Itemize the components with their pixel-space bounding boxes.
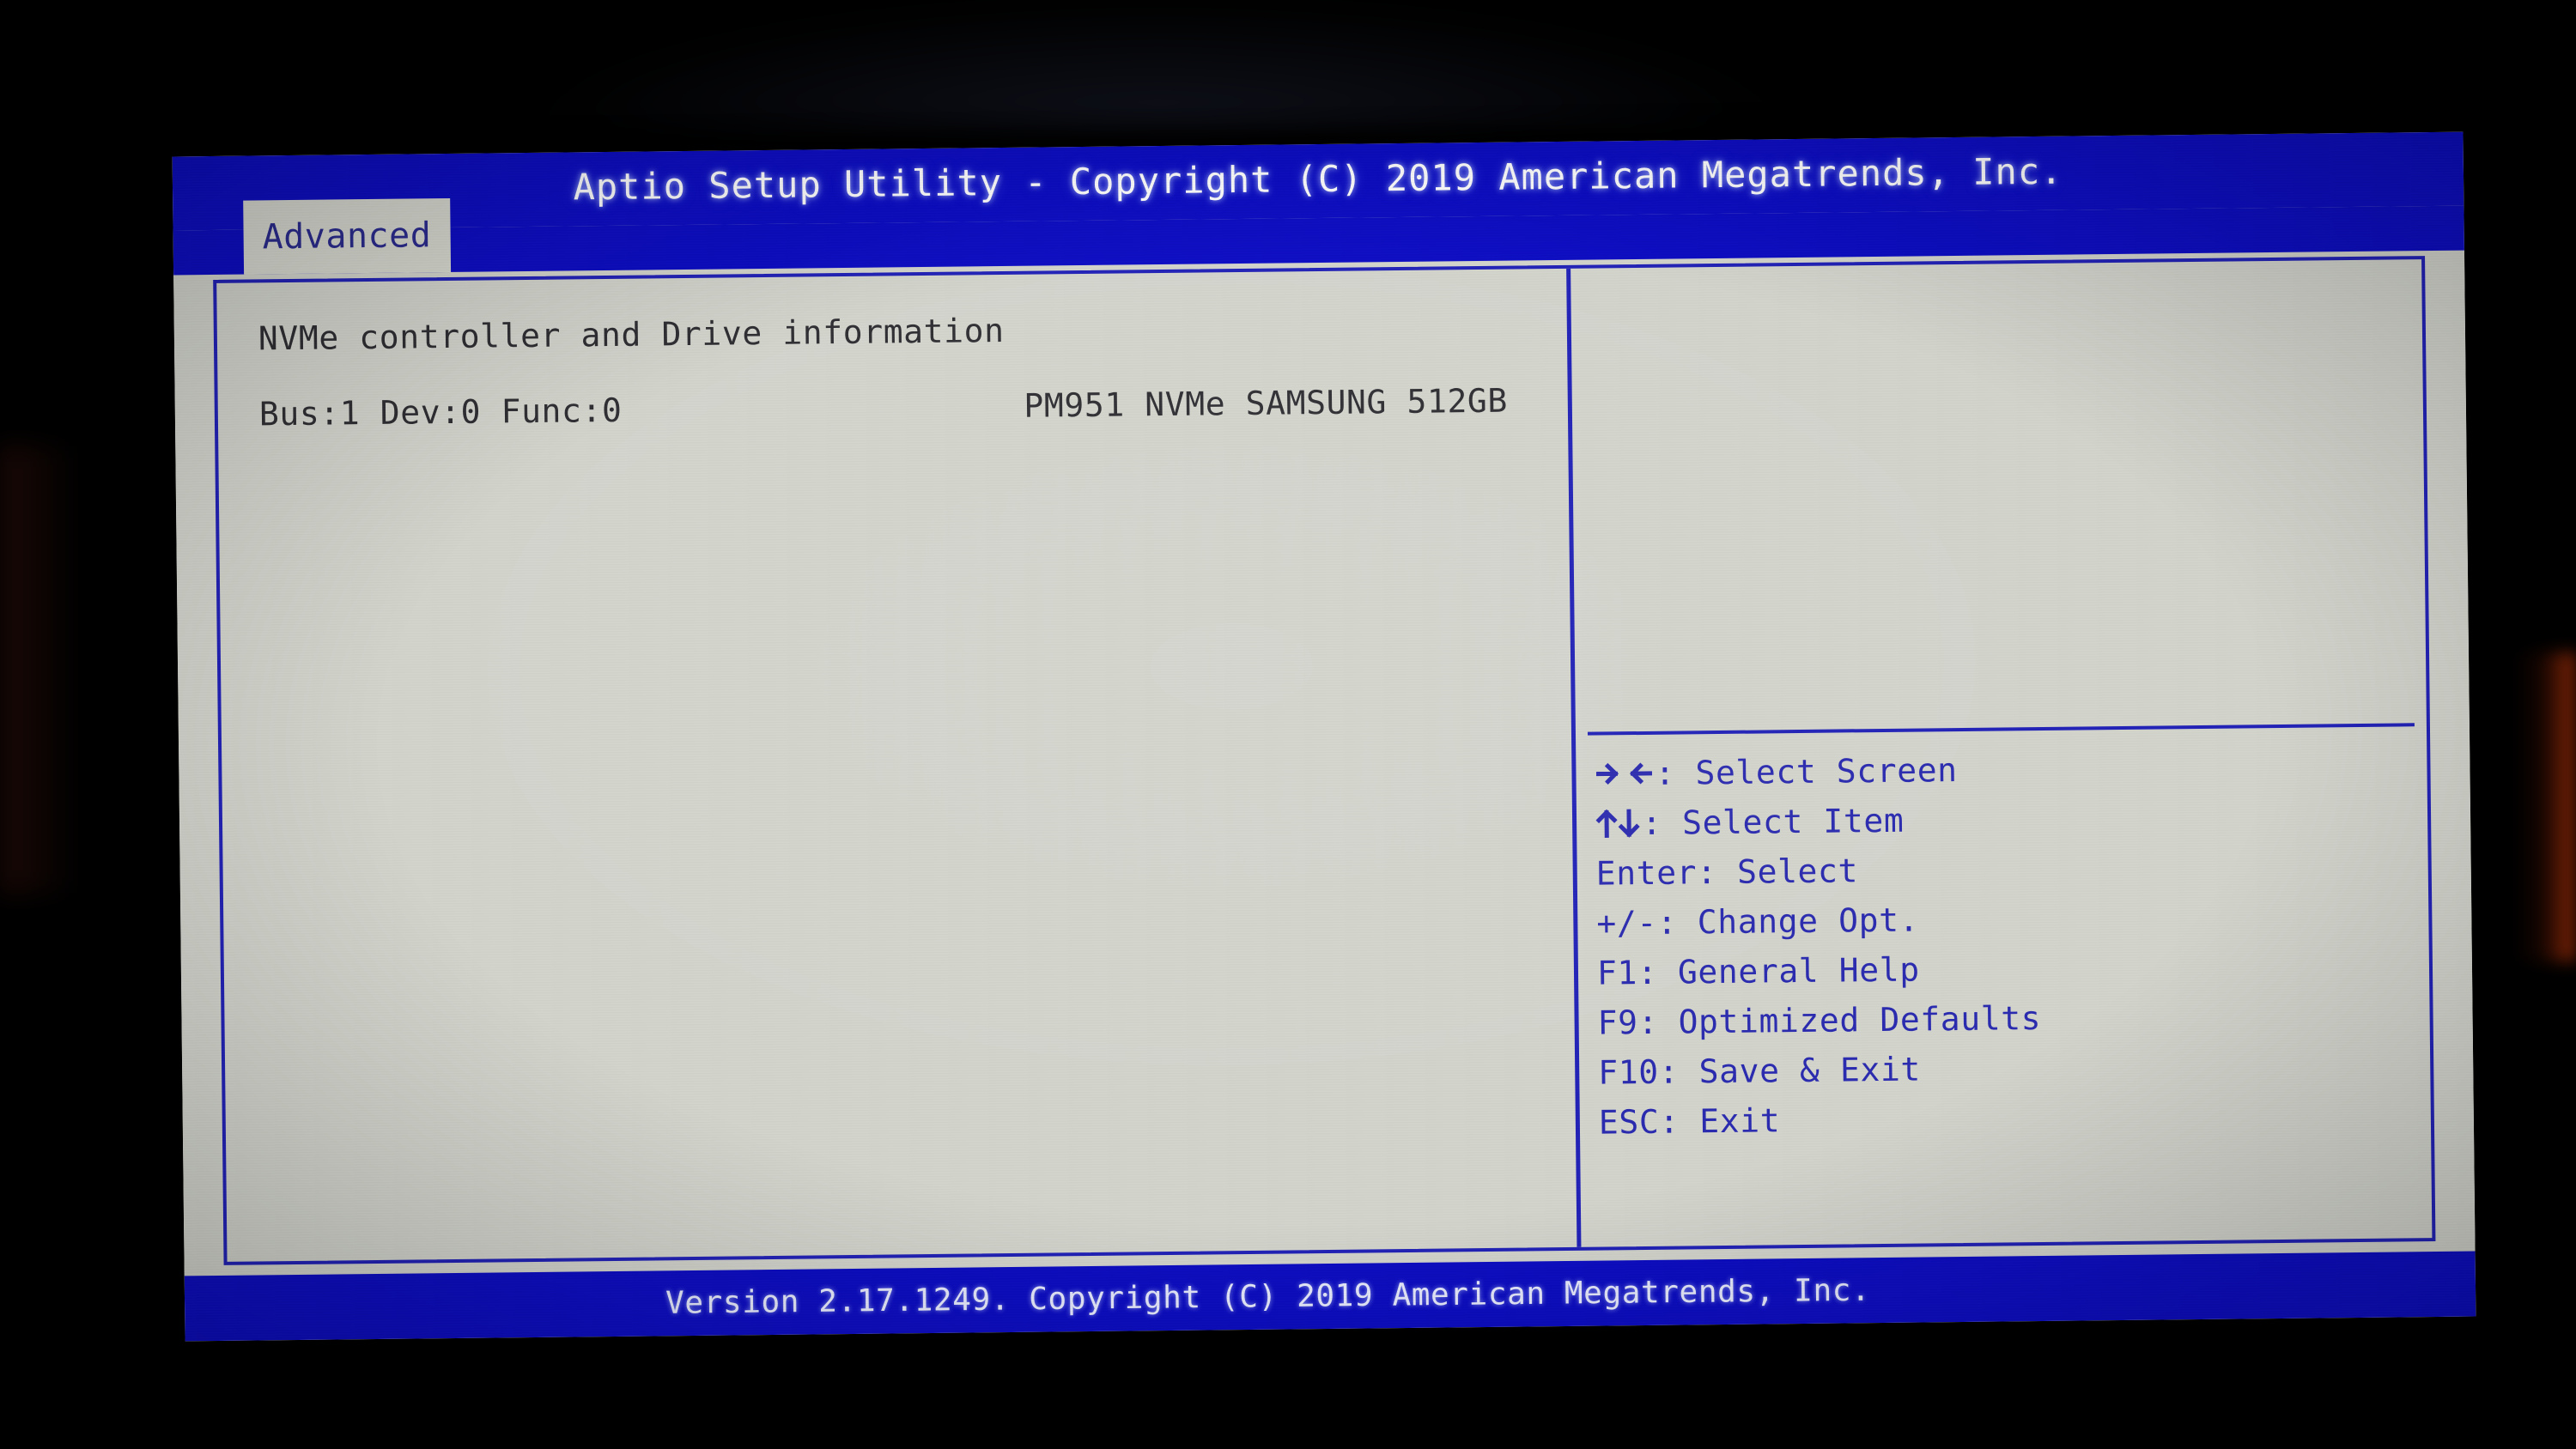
key-legend-separator: : xyxy=(1696,852,1738,892)
key-legend-keys: ESC xyxy=(1598,1102,1660,1142)
device-model-name: PM951 NVMe SAMSUNG 512GB xyxy=(1024,381,1509,425)
key-legend-action: General Help xyxy=(1677,950,1920,991)
device-bus-dev-func: Bus:1 Dev:0 Func:0 xyxy=(258,391,623,433)
key-legend-separator: : xyxy=(1655,754,1696,792)
content-frame: NVMe controller and Drive information Bu… xyxy=(213,256,2436,1265)
ambient-glow-top xyxy=(515,0,1803,129)
key-legend-separator: : xyxy=(1658,1052,1699,1091)
help-pane: : Select Screen: Select Item Enter: Selec… xyxy=(1571,259,2432,1247)
key-legend-list: : Select Screen: Select Item Enter: Selec… xyxy=(1576,726,2432,1247)
help-description-region xyxy=(1571,259,2427,732)
key-legend-row: +/-: Change Opt. xyxy=(1596,898,2428,943)
key-legend-action: Optimized Defaults xyxy=(1678,998,2042,1041)
key-legend-separator: : xyxy=(1637,1003,1679,1042)
key-legend-action: Change Opt. xyxy=(1697,900,1920,942)
body-area: NVMe controller and Drive information Bu… xyxy=(173,250,2476,1276)
key-legend-row: : Select Item xyxy=(1595,798,2427,842)
key-legend-row: F1: General Help xyxy=(1596,948,2429,992)
section-heading: NVMe controller and Drive information xyxy=(258,312,1005,358)
arrow-up-icon xyxy=(1595,808,1618,839)
key-legend-row: : Select Screen xyxy=(1595,749,2427,792)
key-legend-separator: : xyxy=(1641,803,1683,842)
key-legend-separator: : xyxy=(1637,953,1679,992)
content-pane: NVMe controller and Drive information Bu… xyxy=(216,269,1577,1262)
key-legend-keys: F1 xyxy=(1596,954,1638,992)
version-text: Version 2.17.1249. Copyright (C) 2019 Am… xyxy=(665,1272,1871,1321)
photo-background: Aptio Setup Utility - Copyright (C) 2019… xyxy=(0,0,2576,1449)
key-legend-action: Select Screen xyxy=(1695,751,1958,792)
ambient-glow-left xyxy=(0,446,77,893)
key-legend-keys: F9 xyxy=(1597,1003,1638,1042)
key-legend-row: ESC: Exit xyxy=(1598,1097,2431,1142)
key-legend-action: Select xyxy=(1736,852,1859,891)
bios-setup-screen: Aptio Setup Utility - Copyright (C) 2019… xyxy=(172,131,2476,1342)
arrow-right-icon xyxy=(1595,759,1624,788)
key-glyph-group xyxy=(1595,808,1640,840)
key-legend-keys: F10 xyxy=(1598,1052,1659,1092)
key-legend-separator: : xyxy=(1659,1102,1700,1141)
key-legend-row: Enter: Select xyxy=(1595,848,2428,893)
key-legend-keys: Enter xyxy=(1595,853,1698,893)
key-legend-row: F10: Save & Exit xyxy=(1598,1047,2430,1092)
key-glyph-group xyxy=(1595,759,1653,789)
nvme-device-row[interactable]: Bus:1 Dev:0 Func:0 PM951 NVMe SAMSUNG 51… xyxy=(258,381,1568,433)
key-legend-separator: : xyxy=(1656,903,1698,942)
key-legend-row: F9: Optimized Defaults xyxy=(1597,997,2429,1042)
arrow-down-icon xyxy=(1618,808,1640,839)
tab-advanced[interactable]: Advanced xyxy=(243,197,451,275)
key-legend-action: Save & Exit xyxy=(1698,1050,1922,1091)
ambient-glow-right xyxy=(2516,652,2576,961)
arrow-left-icon xyxy=(1624,759,1653,788)
key-legend-keys: +/- xyxy=(1596,903,1658,943)
key-legend-action: Select Item xyxy=(1681,801,1905,842)
page-title: Aptio Setup Utility - Copyright (C) 2019… xyxy=(573,149,2063,208)
key-legend-action: Exit xyxy=(1699,1101,1781,1141)
